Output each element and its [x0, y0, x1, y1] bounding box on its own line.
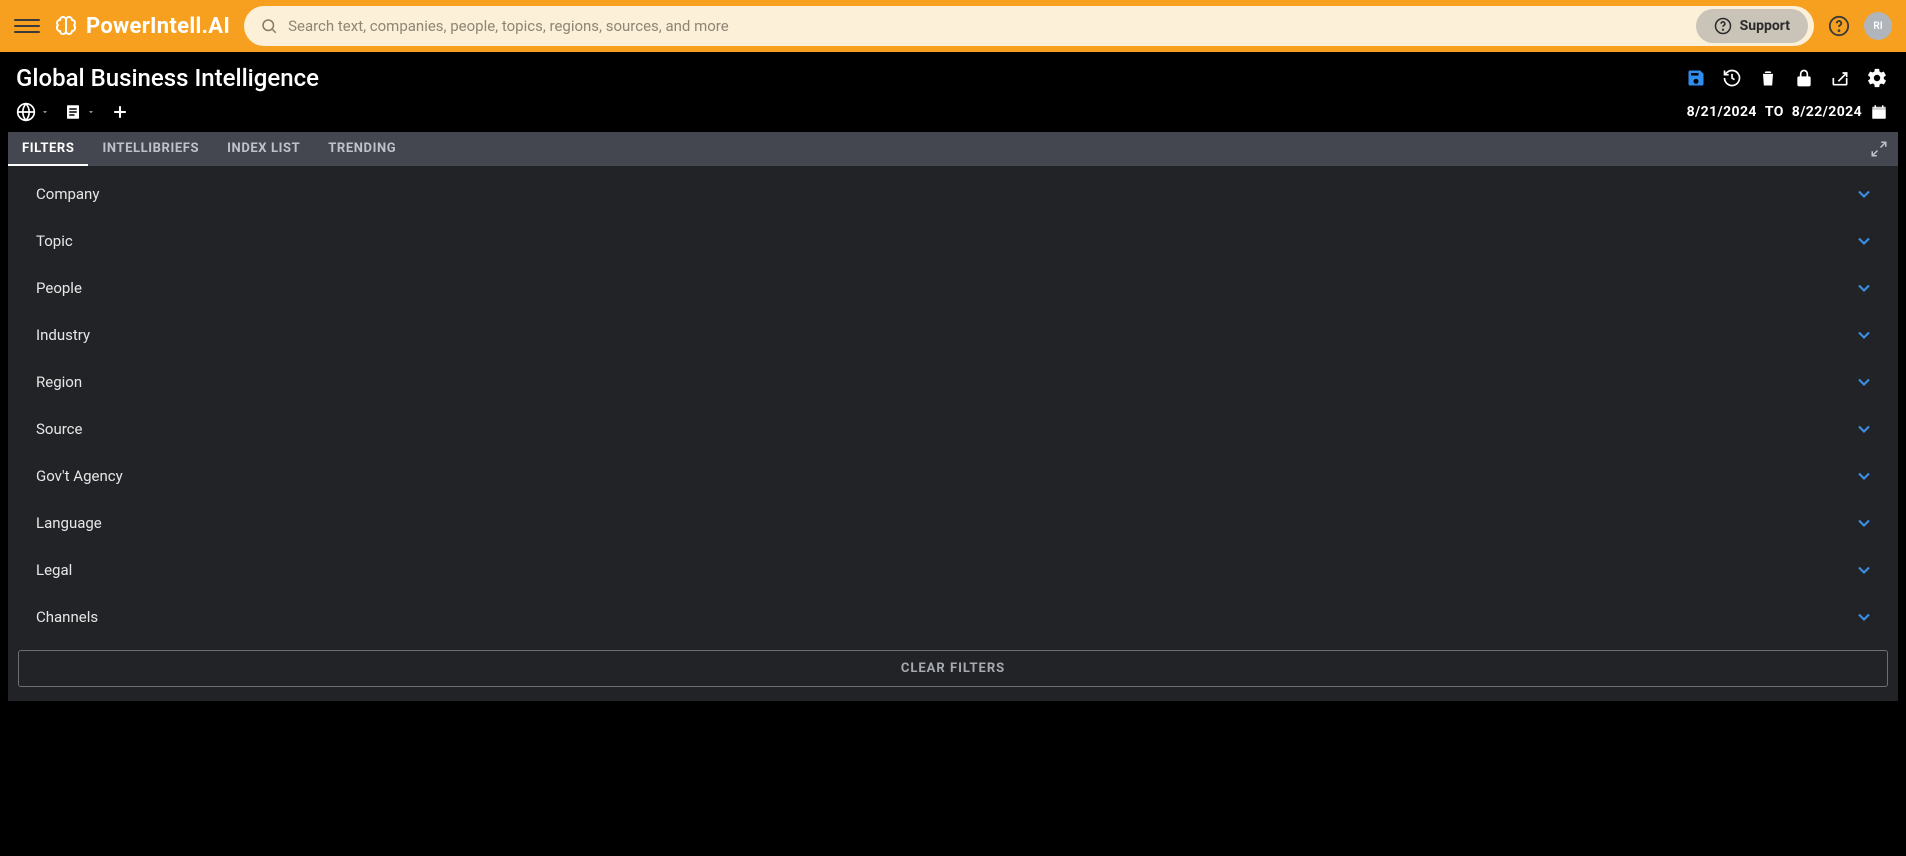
filter-section-language[interactable]: Language: [8, 499, 1898, 546]
top-bar-right: RI: [1828, 12, 1892, 40]
clear-filters-button[interactable]: CLEAR FILTERS: [18, 650, 1888, 687]
filter-section-topic[interactable]: Topic: [8, 217, 1898, 264]
date-to-word: TO: [1765, 104, 1784, 120]
filter-label: Source: [36, 420, 82, 438]
lock-icon[interactable]: [1794, 68, 1814, 88]
filter-label: Company: [36, 185, 99, 203]
help-circle-icon[interactable]: [1828, 15, 1850, 37]
tab-filters[interactable]: FILTERS: [8, 132, 88, 166]
chevron-down-icon: [1854, 466, 1874, 486]
filter-section-industry[interactable]: Industry: [8, 311, 1898, 358]
chevron-down-icon: [1854, 278, 1874, 298]
filter-label: Gov't Agency: [36, 467, 123, 485]
document-icon: [64, 103, 82, 121]
add-icon[interactable]: [110, 102, 130, 122]
filter-section-company[interactable]: Company: [8, 170, 1898, 217]
filter-label: Region: [36, 373, 82, 391]
page-title: Global Business Intelligence: [16, 64, 319, 92]
filter-label: Topic: [36, 232, 73, 250]
filter-section-legal[interactable]: Legal: [8, 546, 1898, 593]
chevron-down-icon: [1854, 372, 1874, 392]
filter-section-people[interactable]: People: [8, 264, 1898, 311]
save-icon[interactable]: [1686, 68, 1706, 88]
search-icon: [260, 17, 278, 35]
filter-label: Industry: [36, 326, 90, 344]
help-icon: [1714, 17, 1732, 35]
brand-name: PowerIntell.AI: [86, 14, 230, 39]
document-dropdown[interactable]: [64, 103, 96, 121]
search-bar[interactable]: Support: [244, 6, 1814, 46]
brain-icon: [54, 14, 78, 38]
caret-down-icon: [86, 107, 96, 117]
globe-icon: [16, 102, 36, 122]
support-button[interactable]: Support: [1696, 9, 1808, 43]
filter-section-region[interactable]: Region: [8, 358, 1898, 405]
delete-icon[interactable]: [1758, 68, 1778, 88]
history-icon[interactable]: [1722, 68, 1742, 88]
tab-label: INTELLIBRIEFS: [102, 141, 199, 156]
tab-intellibriefs[interactable]: INTELLIBRIEFS: [88, 132, 213, 166]
chevron-down-icon: [1854, 231, 1874, 251]
avatar[interactable]: RI: [1864, 12, 1892, 40]
brand[interactable]: PowerIntell.AI: [54, 14, 230, 39]
tab-index-list[interactable]: INDEX LIST: [213, 132, 314, 166]
filter-label: Legal: [36, 561, 72, 579]
share-icon[interactable]: [1830, 68, 1850, 88]
globe-dropdown[interactable]: [16, 102, 50, 122]
filter-section-source[interactable]: Source: [8, 405, 1898, 452]
tabs-bar: FILTERS INTELLIBRIEFS INDEX LIST TRENDING: [8, 132, 1898, 166]
menu-icon[interactable]: [14, 13, 40, 39]
chevron-down-icon: [1854, 607, 1874, 627]
filter-section-channels[interactable]: Channels: [8, 593, 1898, 640]
top-bar: PowerIntell.AI Support: [0, 0, 1906, 52]
filter-label: Language: [36, 514, 102, 532]
support-label: Support: [1740, 18, 1790, 34]
tool-row: 8/21/2024 TO 8/22/2024: [0, 96, 1906, 132]
filter-panel: Company Topic People Industry Region Source Go…: [8, 166, 1898, 701]
chevron-down-icon: [1854, 513, 1874, 533]
title-row: Global Business Intelligence: [0, 52, 1906, 96]
chevron-down-icon: [1854, 419, 1874, 439]
tab-label: INDEX LIST: [227, 141, 300, 156]
title-actions: [1686, 67, 1888, 89]
clear-filters-label: CLEAR FILTERS: [901, 661, 1005, 676]
chevron-down-icon: [1854, 184, 1874, 204]
date-to: 8/22/2024: [1792, 104, 1862, 120]
calendar-icon[interactable]: [1870, 103, 1888, 121]
settings-icon[interactable]: [1866, 67, 1888, 89]
tab-trending[interactable]: TRENDING: [314, 132, 410, 166]
filter-section-gov-t-agency[interactable]: Gov't Agency: [8, 452, 1898, 499]
search-input[interactable]: [288, 17, 1686, 35]
caret-down-icon: [40, 107, 50, 117]
date-from: 8/21/2024: [1687, 104, 1757, 120]
filter-label: People: [36, 279, 82, 297]
date-range[interactable]: 8/21/2024 TO 8/22/2024: [1687, 103, 1888, 121]
chevron-down-icon: [1854, 560, 1874, 580]
tool-row-left: [16, 102, 130, 122]
filter-label: Channels: [36, 608, 98, 626]
avatar-initials: RI: [1873, 21, 1882, 32]
tab-label: FILTERS: [22, 141, 74, 156]
collapse-icon[interactable]: [1860, 132, 1898, 166]
tab-label: TRENDING: [328, 141, 396, 156]
chevron-down-icon: [1854, 325, 1874, 345]
